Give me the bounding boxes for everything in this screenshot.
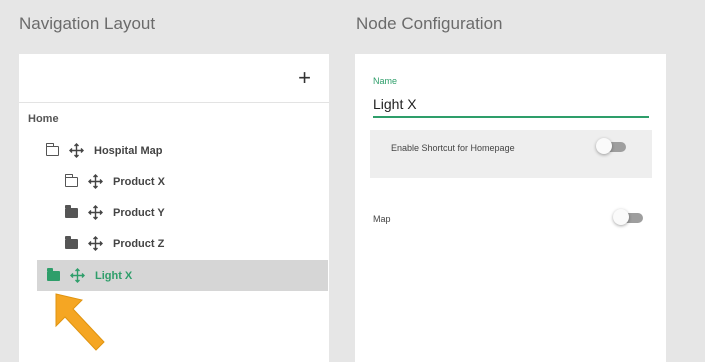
name-field-label: Name (373, 76, 398, 86)
folder-icon (47, 267, 60, 281)
folder-outline-icon (64, 173, 78, 187)
folder-outline-icon (45, 142, 59, 156)
navigation-layout-title: Navigation Layout (19, 14, 156, 33)
tree-item-hospital-map[interactable]: Hospital Map (45, 135, 337, 166)
drag-move-icon[interactable] (88, 205, 103, 220)
map-toggle[interactable] (613, 209, 643, 225)
drag-move-icon[interactable] (88, 174, 103, 189)
drag-move-icon[interactable] (70, 268, 85, 283)
shortcut-setting-row: Enable Shortcut for Homepage (370, 130, 652, 178)
name-input[interactable] (373, 92, 649, 118)
folder-icon (65, 235, 78, 249)
toggle-knob (613, 209, 629, 225)
tree-item-product-z[interactable]: Product Z (65, 228, 356, 259)
pointer-arrow-icon (52, 292, 108, 357)
tree-item-light-x[interactable]: Light X (37, 260, 328, 291)
drag-move-icon[interactable] (88, 236, 103, 251)
divider (19, 102, 329, 103)
tree-item-label: Light X (95, 269, 133, 282)
shortcut-toggle[interactable] (596, 138, 626, 154)
shortcut-label: Enable Shortcut for Homepage (391, 143, 515, 153)
tree-item-label: Product X (113, 175, 165, 188)
folder-icon (65, 204, 78, 218)
toggle-knob (596, 138, 612, 154)
tree-item-product-x[interactable]: Product X (64, 166, 356, 197)
add-node-button[interactable]: + (298, 66, 311, 90)
tree-item-product-y[interactable]: Product Y (65, 197, 356, 228)
tree-item-label: Product Z (113, 237, 165, 250)
tree-item-label: Product Y (113, 206, 165, 219)
node-configuration-title: Node Configuration (356, 14, 503, 33)
tree-item-label: Hospital Map (94, 144, 163, 157)
node-configuration-panel: Name Enable Shortcut for Homepage Map (355, 54, 666, 362)
home-label: Home (28, 113, 59, 125)
drag-move-icon[interactable] (69, 143, 84, 158)
map-label: Map (373, 214, 391, 224)
